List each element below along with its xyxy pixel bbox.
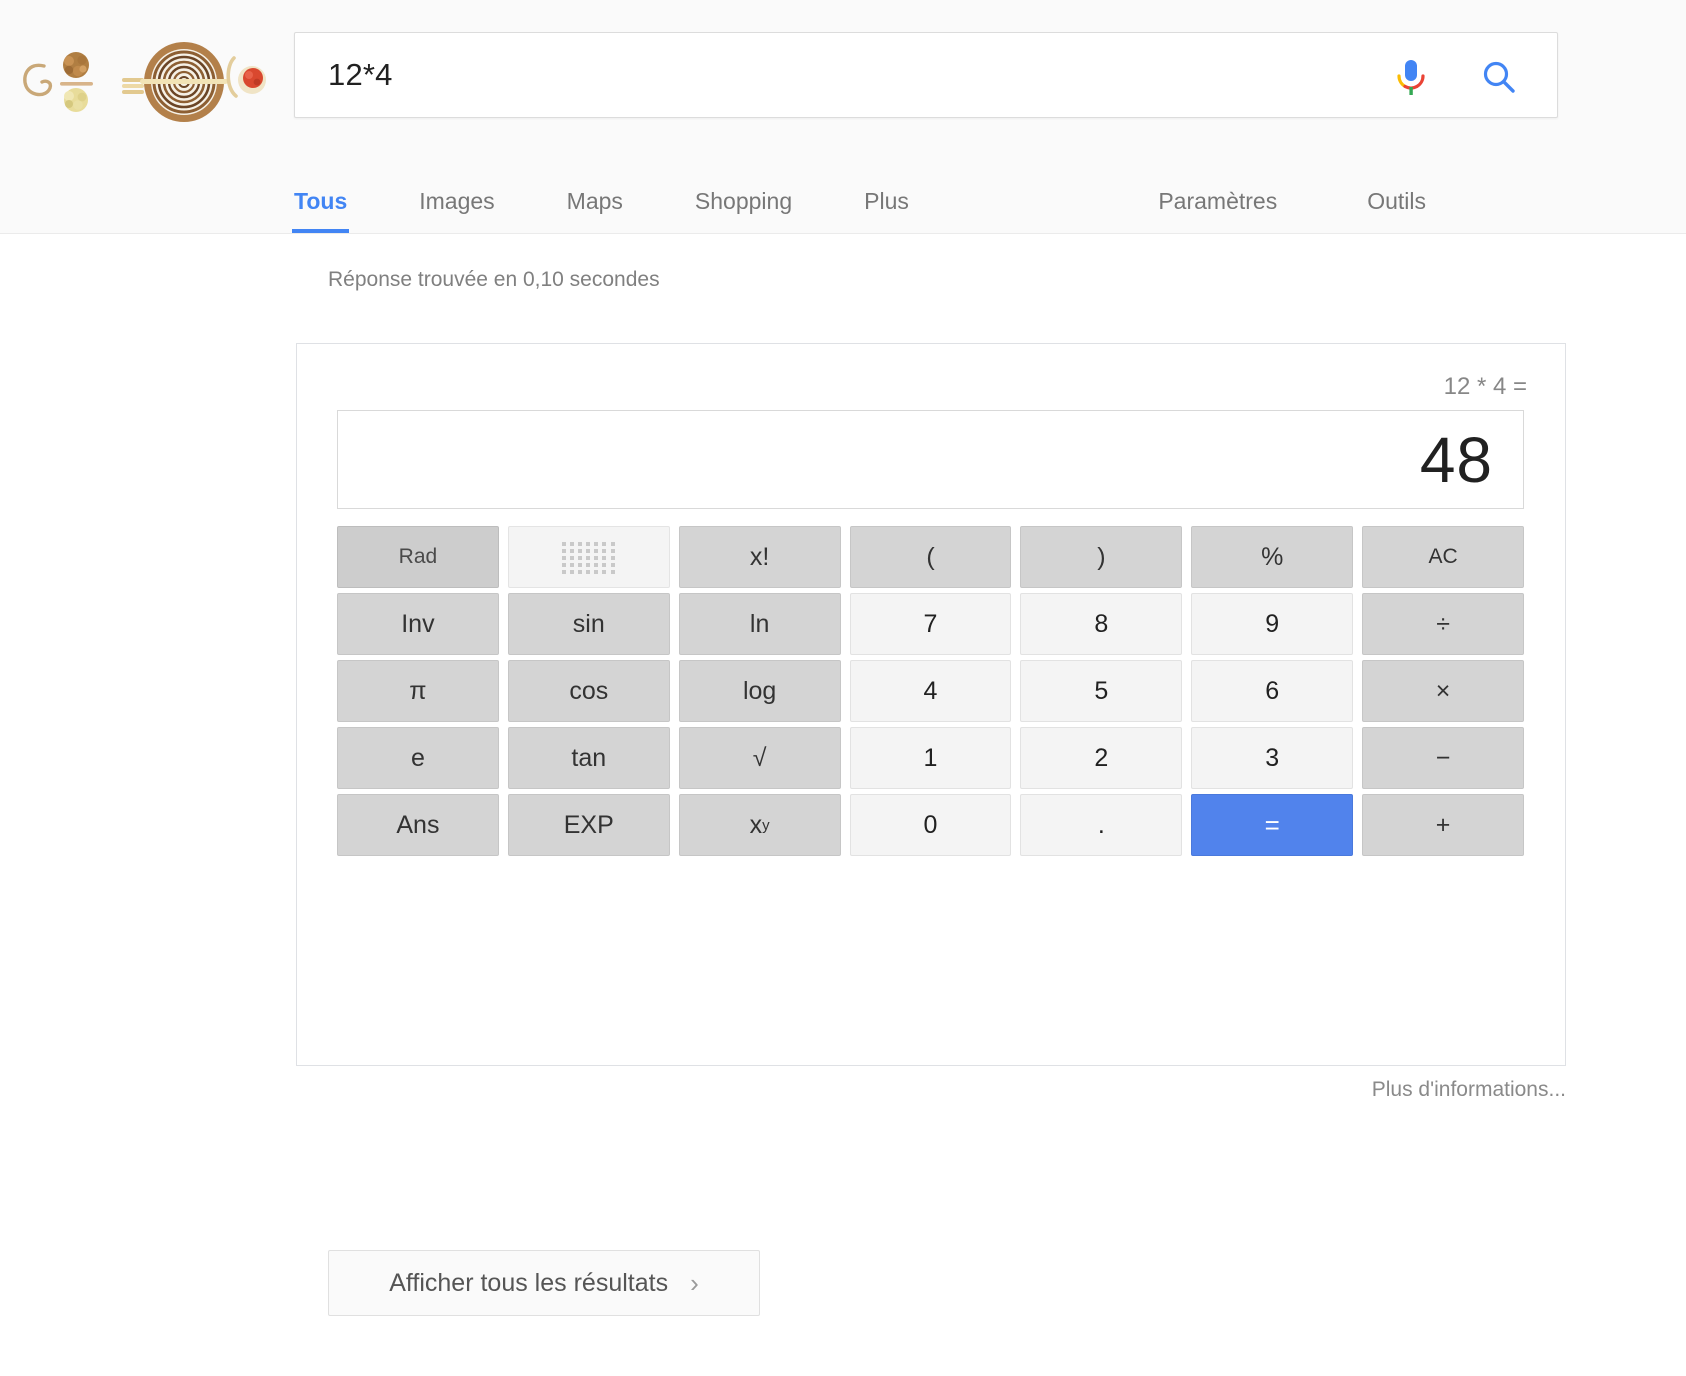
search-input[interactable] <box>295 33 1355 117</box>
calc-key-0[interactable]: 0 <box>849 794 1012 856</box>
calc-key-2[interactable]: 2 <box>1020 727 1183 789</box>
calc-key-plus[interactable]: + <box>1362 794 1524 856</box>
page-header: Tous Images Maps Shopping Plus Paramètre… <box>0 0 1686 234</box>
more-info-link[interactable]: Plus d'informations... <box>1372 1078 1566 1102</box>
calc-key-factorial[interactable]: x! <box>678 526 841 588</box>
calc-key-sqrt[interactable]: √ <box>678 727 841 789</box>
calculator-card: 12 * 4 = 48 Rad x!()% AC Inv sin ln 7 8 9 ÷ π cos lo… <box>296 343 1566 1066</box>
calculator-expression: 12 * 4 = <box>1443 373 1527 400</box>
keypad-dots-icon <box>561 542 616 574</box>
google-doodle-logo[interactable] <box>12 30 270 122</box>
search-icon[interactable] <box>1479 57 1519 99</box>
calc-key-power[interactable]: xy <box>678 794 841 856</box>
calc-key-decimal[interactable]: . <box>1020 794 1183 856</box>
tab-maps[interactable]: Maps <box>567 188 623 233</box>
calculator-display[interactable]: 48 <box>337 410 1524 509</box>
calc-key-power-exponent: y <box>762 816 770 834</box>
calc-key-7[interactable]: 7 <box>849 593 1012 655</box>
search-box[interactable] <box>294 32 1558 118</box>
tab-plus[interactable]: Plus <box>864 188 909 233</box>
calc-key-ac[interactable]: AC <box>1362 526 1524 588</box>
calc-key-pi[interactable]: π <box>337 660 499 722</box>
calc-key-rad[interactable]: Rad <box>337 526 499 588</box>
calc-key-inv[interactable]: Inv <box>337 593 499 655</box>
calc-key-tan[interactable]: tan <box>507 727 670 789</box>
calc-key-minus[interactable]: − <box>1362 727 1524 789</box>
calc-key-cos[interactable]: cos <box>507 660 670 722</box>
calc-key-3[interactable]: 3 <box>1191 727 1354 789</box>
calc-key-multiply[interactable]: × <box>1362 660 1524 722</box>
calc-key-close-paren[interactable]: ) <box>1020 526 1183 588</box>
calc-key-4[interactable]: 4 <box>849 660 1012 722</box>
calc-key-open-paren[interactable]: ( <box>849 526 1012 588</box>
calc-key-ln[interactable]: ln <box>678 593 841 655</box>
results-nav: Tous Images Maps Shopping Plus Paramètre… <box>0 167 1686 233</box>
nav-parametres[interactable]: Paramètres <box>1158 188 1277 233</box>
chevron-right-icon: › <box>690 1268 699 1298</box>
calculator-keypad: Rad x!()% AC Inv sin ln 7 8 9 ÷ π cos log 4 5 6 × e tan √ 1 2… <box>337 526 1524 856</box>
calc-key-9[interactable]: 9 <box>1191 593 1354 655</box>
calc-key-divide[interactable]: ÷ <box>1362 593 1524 655</box>
show-all-results-label: Afficher tous les résultats <box>389 1268 669 1297</box>
calc-key-8[interactable]: 8 <box>1020 593 1183 655</box>
calc-key-log[interactable]: log <box>678 660 841 722</box>
calc-key-equals[interactable]: = <box>1191 794 1354 856</box>
calculator-result: 48 <box>1419 423 1493 496</box>
calc-key-sin[interactable]: sin <box>507 593 670 655</box>
calc-key-e[interactable]: e <box>337 727 499 789</box>
nav-right-group: Paramètres Outils <box>1068 167 1426 233</box>
calc-key-ans[interactable]: Ans <box>337 794 499 856</box>
calc-key-1[interactable]: 1 <box>849 727 1012 789</box>
calc-key-exp[interactable]: EXP <box>507 794 670 856</box>
result-stats: Réponse trouvée en 0,10 secondes <box>328 268 660 291</box>
calc-key-5[interactable]: 5 <box>1020 660 1183 722</box>
microphone-icon[interactable] <box>1392 57 1430 99</box>
nav-outils[interactable]: Outils <box>1367 188 1426 233</box>
tab-tous[interactable]: Tous <box>291 188 350 233</box>
calc-key-percent[interactable]: % <box>1191 526 1354 588</box>
tab-shopping[interactable]: Shopping <box>695 188 792 233</box>
nav-left-group: Tous Images Maps Shopping Plus <box>291 167 909 233</box>
tab-images[interactable]: Images <box>419 188 494 233</box>
calc-key-6[interactable]: 6 <box>1191 660 1354 722</box>
calc-key-keypad[interactable] <box>507 526 670 588</box>
calc-key-power-base: x <box>749 810 763 839</box>
show-all-results-button[interactable]: Afficher tous les résultats › <box>328 1250 760 1316</box>
